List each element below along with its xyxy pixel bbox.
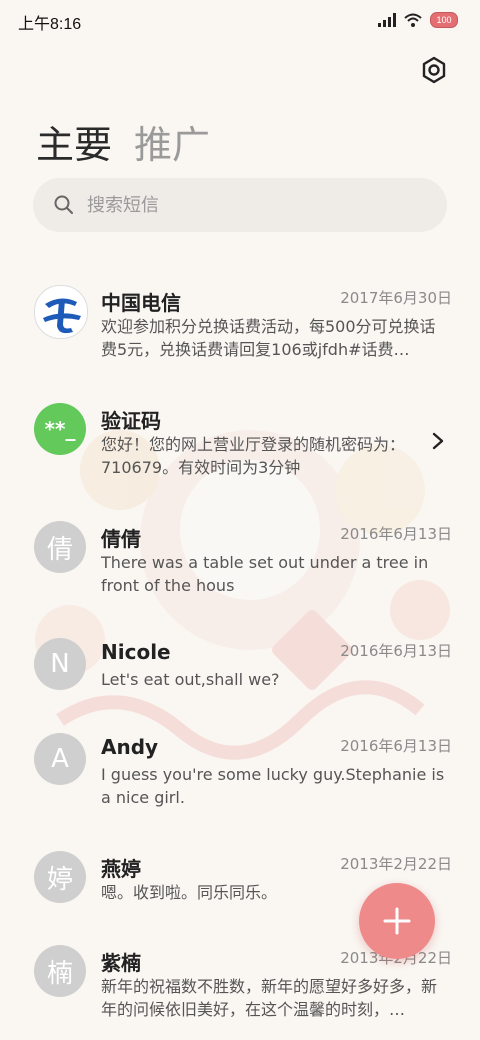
message-preview: 欢迎参加积分兑换话费活动，每500分可兑换话费5元，兑换话费请回复106或jfd… bbox=[101, 317, 436, 359]
sender-name: 紫楠 bbox=[101, 951, 141, 975]
new-message-button[interactable] bbox=[359, 883, 435, 959]
message-date: 2016年6月13日 bbox=[340, 525, 452, 543]
message-date: 2016年6月13日 bbox=[340, 737, 452, 755]
status-bar: 上午8:16 100 bbox=[0, 0, 480, 40]
message-preview: There was a table set out under a tree i… bbox=[101, 553, 429, 595]
signal-icon bbox=[378, 13, 396, 27]
conversation-item[interactable]: A Andy 2016年6月13日 I guess you're some lu… bbox=[0, 731, 480, 811]
tab-main[interactable]: 主要 bbox=[36, 114, 112, 169]
message-preview: I guess you're some lucky guy.Stephanie … bbox=[101, 765, 445, 807]
avatar: 楠 bbox=[34, 945, 86, 997]
sender-name: 验证码 bbox=[101, 409, 161, 433]
search-icon bbox=[54, 195, 73, 214]
status-time: 上午8:16 bbox=[18, 16, 82, 33]
conversation-item[interactable]: **_ 验证码 您好！您的网上营业厅登录的随机密码为：710679。有效时间为3… bbox=[0, 401, 480, 481]
avatar: 婷 bbox=[34, 851, 86, 903]
message-preview: Let's eat out,shall we? bbox=[101, 670, 280, 689]
gear-icon bbox=[422, 56, 446, 84]
message-date: 2016年6月13日 bbox=[340, 642, 452, 660]
sender-name: Andy bbox=[101, 735, 159, 759]
conversation-item[interactable]: 中国电信 2017年6月30日 欢迎参加积分兑换话费活动，每500分可兑换话费5… bbox=[0, 283, 480, 363]
sender-name: 燕婷 bbox=[101, 857, 141, 881]
avatar: **_ bbox=[34, 403, 86, 455]
avatar bbox=[34, 285, 88, 339]
settings-button[interactable] bbox=[418, 54, 450, 86]
battery-icon: 100 bbox=[430, 12, 458, 28]
conversation-item[interactable]: N Nicole 2016年6月13日 Let's eat out,shall … bbox=[0, 636, 480, 696]
tab-bar: 主要 推广 bbox=[36, 114, 210, 169]
sender-name: 倩倩 bbox=[101, 527, 141, 551]
message-preview: 新年的祝福数不胜数，新年的愿望好多好多，新年的问候依旧美好，在这个温馨的时刻，… bbox=[101, 977, 438, 1019]
avatar: A bbox=[34, 733, 86, 785]
message-date: 2017年6月30日 bbox=[340, 289, 452, 307]
tab-promotions[interactable]: 推广 bbox=[134, 114, 210, 169]
china-telecom-logo-icon bbox=[36, 287, 86, 337]
avatar: N bbox=[34, 638, 86, 690]
avatar: 倩 bbox=[34, 521, 86, 573]
sender-name: 中国电信 bbox=[101, 291, 181, 315]
status-icons: 100 bbox=[378, 12, 458, 28]
conversation-item[interactable]: 倩 倩倩 2016年6月13日 There was a table set ou… bbox=[0, 519, 480, 599]
plus-icon bbox=[383, 907, 411, 935]
wifi-icon bbox=[404, 13, 422, 27]
search-input[interactable] bbox=[85, 193, 389, 217]
sender-name: Nicole bbox=[101, 640, 171, 664]
message-preview: 您好！您的网上营业厅登录的随机密码为：710679。有效时间为3分钟 bbox=[101, 435, 406, 477]
message-date: 2013年2月22日 bbox=[340, 855, 452, 873]
chevron-right-icon[interactable] bbox=[428, 431, 448, 451]
search-bar[interactable] bbox=[33, 178, 447, 232]
